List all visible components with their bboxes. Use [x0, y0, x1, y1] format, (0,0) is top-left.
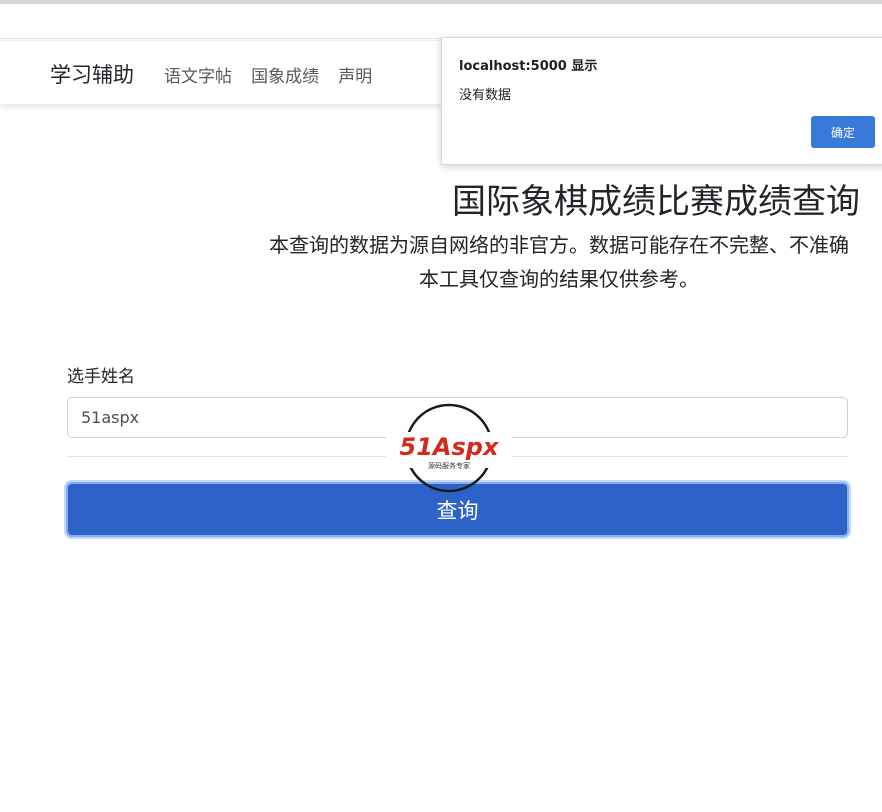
- nav-links: 语文字帖 国象成绩 声明: [164, 62, 386, 87]
- form-divider: [67, 456, 848, 457]
- browser-page: 学习辅助 语文字帖 国象成绩 声明 localhost:5000 显示 没有数据…: [0, 0, 882, 812]
- description-line-1: 本查询的数据为源自网络的非官方。数据可能存在不完整、不准确: [269, 233, 849, 257]
- alert-dialog: localhost:5000 显示 没有数据 确定: [441, 37, 882, 165]
- player-name-label: 选手姓名: [67, 367, 135, 387]
- alert-dialog-title: localhost:5000 显示: [459, 59, 598, 74]
- nav-link-statement[interactable]: 声明: [338, 62, 372, 87]
- navbar-brand[interactable]: 学习辅助: [50, 59, 134, 89]
- nav-link-chess-results[interactable]: 国象成绩: [251, 62, 319, 87]
- alert-dialog-message: 没有数据: [459, 88, 512, 103]
- query-button[interactable]: 查询: [66, 482, 849, 537]
- nav-link-copybook[interactable]: 语文字帖: [164, 62, 232, 87]
- page-description: 本查询的数据为源自网络的非官方。数据可能存在不完整、不准确 本工具仅查询的结果仅…: [0, 228, 882, 296]
- page-title: 国际象棋成绩比赛成绩查询: [452, 182, 860, 222]
- watermark-tagline: 源码服务专家: [428, 461, 470, 470]
- description-line-2: 本工具仅查询的结果仅供参考。: [419, 267, 699, 291]
- player-name-input[interactable]: [67, 397, 848, 438]
- browser-toolbar: [0, 4, 882, 39]
- alert-ok-button[interactable]: 确定: [811, 116, 875, 148]
